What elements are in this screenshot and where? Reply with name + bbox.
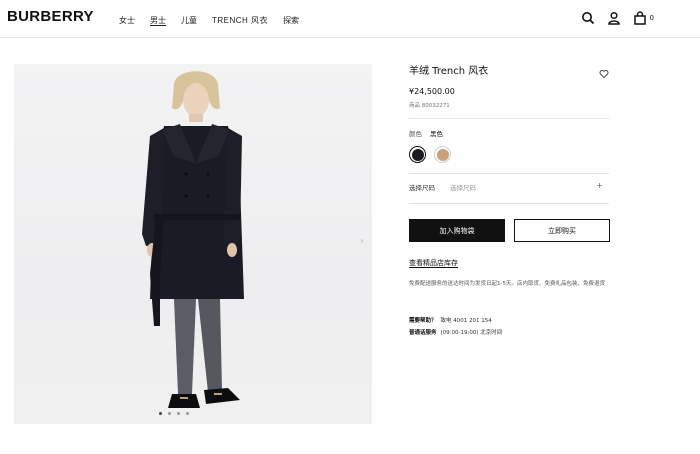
size-label: 选择尺码 — [409, 184, 435, 192]
color-label-text: 颜色 — [409, 130, 422, 138]
nav-item-women[interactable]: 女士 — [119, 15, 135, 26]
service-label: 普通话服务 — [409, 330, 437, 336]
nav-item-children[interactable]: 儿童 — [181, 15, 197, 26]
product-sku: 商品 80032271 — [409, 103, 450, 109]
add-to-bag-button[interactable]: 加入购物袋 — [409, 219, 505, 242]
swatch-honey[interactable] — [434, 146, 451, 163]
model-photo — [142, 71, 244, 408]
carousel-dots — [159, 412, 189, 415]
help-info: 需要帮助？ 致电 4001 201 154 普通话服务 (09:00-19:00) … — [409, 315, 502, 339]
swatch-fill — [411, 148, 424, 161]
product-image[interactable]: › — [14, 64, 372, 424]
service-line: 普通话服务 (09:00-19:00) 北京时间 — [409, 327, 502, 339]
help-line: 需要帮助？ 致电 4001 201 154 — [409, 315, 502, 327]
color-label: 颜色 黑色 — [409, 128, 443, 138]
service-hours: (09:00-19:00) 北京时间 — [440, 330, 503, 336]
divider — [409, 118, 609, 119]
heart-icon[interactable] — [599, 64, 609, 79]
site-header: BURBERRY 女士 男士 儿童 TRENCH 风衣 探索 0 — [0, 0, 700, 38]
carousel-dot[interactable] — [186, 412, 189, 415]
color-swatches — [409, 146, 451, 163]
divider — [409, 173, 609, 174]
help-phone[interactable]: 致电 4001 201 154 — [441, 318, 492, 324]
nav-item-trench[interactable]: TRENCH 风衣 — [212, 15, 268, 26]
size-selector[interactable]: 选择尺码 选择尺码 + — [409, 181, 609, 192]
search-icon[interactable] — [581, 11, 595, 25]
carousel-next-arrow[interactable]: › — [360, 236, 364, 247]
swatch-fill — [436, 148, 449, 161]
carousel-dot[interactable] — [168, 412, 171, 415]
brand-logo[interactable]: BURBERRY — [7, 8, 94, 25]
plus-icon[interactable]: + — [596, 181, 603, 190]
help-label: 需要帮助？ — [409, 318, 437, 324]
divider — [409, 203, 609, 204]
account-icon[interactable] — [607, 11, 621, 25]
product-price: ¥24,500.00 — [409, 87, 455, 96]
nav-item-men[interactable]: 男士 — [150, 15, 166, 26]
shopping-bag-icon[interactable] — [633, 11, 647, 25]
bag-count: 0 — [649, 14, 654, 22]
shipping-info: 免费配送服务的送达时间为发货日起1-5天。店内取货、免费礼品包装、免费退货 — [409, 281, 605, 287]
swatch-black[interactable] — [409, 146, 426, 163]
main-nav: 女士 男士 儿童 TRENCH 风衣 探索 — [119, 15, 314, 26]
nav-item-explore[interactable]: 探索 — [283, 15, 299, 26]
product-title: 羊绒 Trench 风衣 — [409, 66, 489, 77]
selected-color: 黑色 — [430, 130, 443, 138]
store-stock-link[interactable]: 查看精品店库存 — [409, 258, 458, 268]
carousel-dot[interactable] — [177, 412, 180, 415]
header-icons: 0 — [569, 11, 654, 25]
size-placeholder: 选择尺码 — [450, 184, 476, 192]
buy-now-button[interactable]: 立即购买 — [514, 219, 610, 242]
carousel-dot[interactable] — [159, 412, 162, 415]
